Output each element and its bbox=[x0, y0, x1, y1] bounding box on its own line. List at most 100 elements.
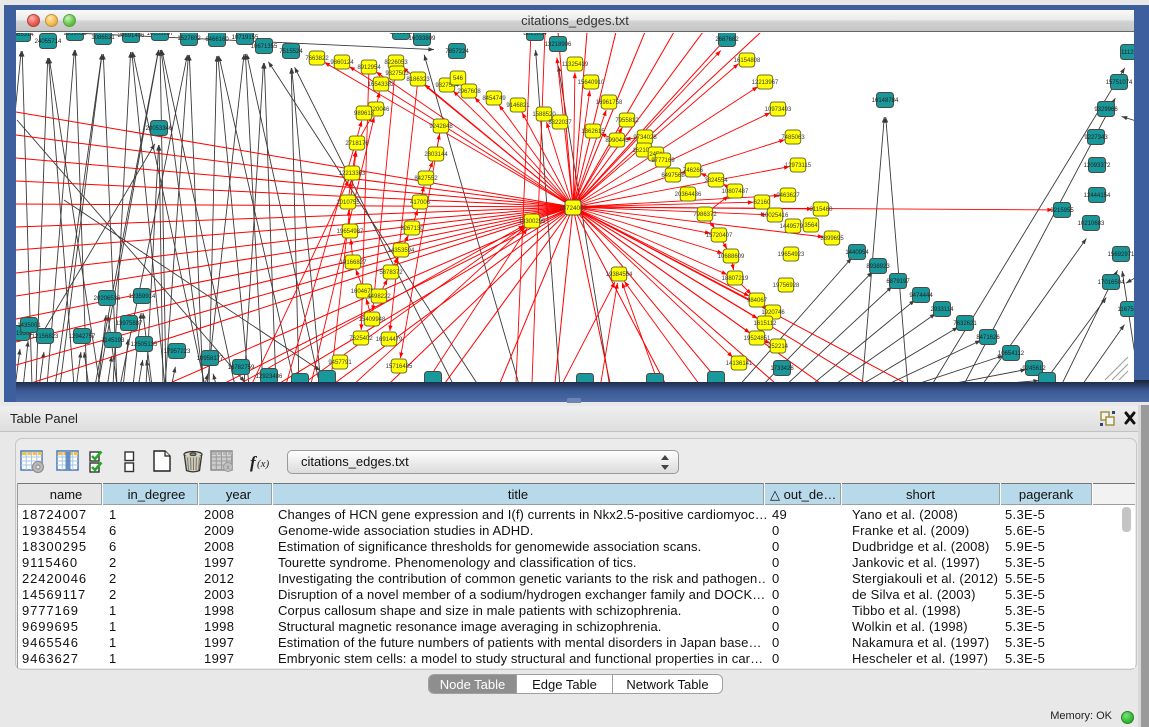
svg-text:11123: 11123 bbox=[1121, 50, 1134, 56]
svg-text:9215955: 9215955 bbox=[1050, 208, 1074, 214]
svg-text:7663822: 7663822 bbox=[305, 56, 329, 62]
svg-text:16148784: 16148784 bbox=[872, 98, 899, 104]
svg-text:17957223: 17957223 bbox=[164, 349, 191, 355]
svg-text:7485063: 7485063 bbox=[781, 135, 805, 141]
svg-text:7955812: 7955812 bbox=[615, 118, 639, 124]
svg-text:10973493: 10973493 bbox=[765, 107, 792, 113]
svg-text:12359914: 12359914 bbox=[129, 294, 156, 300]
svg-text:10688609: 10688609 bbox=[718, 254, 745, 260]
svg-text:417006: 417006 bbox=[410, 200, 431, 206]
svg-text:7857224: 7857224 bbox=[445, 49, 469, 55]
svg-text:16961758: 16961758 bbox=[596, 100, 623, 106]
svg-text:8186323: 8186323 bbox=[406, 77, 430, 83]
svg-text:18807219: 18807219 bbox=[722, 276, 749, 282]
svg-text:15409948: 15409948 bbox=[359, 317, 386, 323]
svg-text:16033809: 16033809 bbox=[409, 36, 436, 42]
svg-text:16914479: 16914479 bbox=[376, 337, 403, 343]
svg-text:10671355: 10671355 bbox=[251, 44, 278, 50]
svg-text:15751074: 15751074 bbox=[1106, 80, 1133, 86]
svg-text:19384554: 19384554 bbox=[606, 272, 633, 278]
svg-text:2718176: 2718176 bbox=[345, 141, 369, 147]
svg-text:8938923: 8938923 bbox=[866, 264, 890, 270]
svg-text:13975887: 13975887 bbox=[116, 321, 143, 327]
svg-text:8813054: 8813054 bbox=[523, 33, 547, 37]
svg-text:15716485: 15716485 bbox=[386, 364, 413, 370]
svg-text:12213967: 12213967 bbox=[752, 80, 779, 86]
svg-text:8990443: 8990443 bbox=[605, 138, 629, 144]
svg-text:15640910: 15640910 bbox=[578, 80, 605, 86]
svg-text:9734028: 9734028 bbox=[633, 135, 657, 141]
svg-text:10807487: 10807487 bbox=[722, 189, 749, 195]
svg-text:9860124: 9860124 bbox=[330, 60, 354, 66]
svg-text:16154808: 16154808 bbox=[734, 58, 761, 64]
svg-text:1145193: 1145193 bbox=[102, 338, 126, 344]
svg-text:9474444: 9474444 bbox=[909, 293, 933, 299]
svg-text:20053346: 20053346 bbox=[146, 126, 173, 132]
svg-text:10210683: 10210683 bbox=[1078, 221, 1105, 227]
svg-text:9457791: 9457791 bbox=[328, 360, 352, 366]
svg-text:6497568: 6497568 bbox=[661, 173, 685, 179]
svg-text:8427552: 8427552 bbox=[414, 176, 438, 182]
svg-text:14353594: 14353594 bbox=[388, 248, 415, 254]
svg-text:9463627: 9463627 bbox=[776, 193, 800, 199]
svg-text:10025416: 10025416 bbox=[762, 213, 789, 219]
svg-text:9245612: 9245612 bbox=[1022, 366, 1046, 372]
svg-text:252214: 252214 bbox=[768, 344, 789, 350]
svg-text:746266: 746266 bbox=[683, 168, 704, 174]
svg-text:9329966: 9329966 bbox=[1094, 107, 1118, 113]
svg-text:7632621: 7632621 bbox=[953, 321, 977, 327]
svg-text:12942757: 12942757 bbox=[69, 334, 96, 340]
svg-text:20691406: 20691406 bbox=[118, 33, 145, 39]
svg-text:10654112: 10654112 bbox=[998, 351, 1025, 357]
svg-text:7625402: 7625402 bbox=[349, 336, 373, 342]
svg-text:3267130: 3267130 bbox=[400, 226, 424, 232]
svg-text:3824554: 3824554 bbox=[704, 178, 728, 184]
svg-text:5878372: 5878372 bbox=[379, 270, 403, 276]
svg-text:2933114: 2933114 bbox=[931, 307, 955, 313]
svg-text:8226053: 8226053 bbox=[384, 60, 408, 66]
svg-text:1010755: 1010755 bbox=[336, 200, 360, 206]
svg-text:989613: 989613 bbox=[354, 111, 375, 117]
svg-text:19756928: 19756928 bbox=[773, 283, 800, 289]
svg-text:18300295: 18300295 bbox=[519, 219, 546, 225]
svg-text:19654987: 19654987 bbox=[337, 229, 364, 235]
svg-text:9777169: 9777169 bbox=[651, 158, 675, 164]
svg-text:20364436: 20364436 bbox=[675, 192, 702, 198]
svg-text:984067: 984067 bbox=[747, 298, 768, 304]
svg-text:16543382: 16543382 bbox=[368, 82, 395, 88]
svg-text:6466160: 6466160 bbox=[205, 37, 229, 43]
svg-text:10719155: 10719155 bbox=[232, 35, 259, 41]
svg-text:8471626: 8471626 bbox=[976, 335, 1000, 341]
svg-text:8322037: 8322037 bbox=[548, 120, 572, 126]
svg-text:16782759: 16782759 bbox=[228, 365, 255, 371]
svg-text:19166827: 19166827 bbox=[340, 260, 367, 266]
svg-text:8454749: 8454749 bbox=[482, 96, 506, 102]
svg-text:1440954: 1440954 bbox=[845, 250, 869, 256]
svg-text:1435001: 1435001 bbox=[17, 323, 41, 329]
svg-text:10958177: 10958177 bbox=[197, 356, 224, 362]
svg-text:2687682: 2687682 bbox=[715, 37, 739, 43]
svg-text:1865314: 1865314 bbox=[16, 33, 34, 38]
svg-text:10653287: 10653287 bbox=[147, 33, 174, 37]
svg-text:15692971: 15692971 bbox=[1108, 252, 1134, 258]
svg-text:11325419: 11325419 bbox=[562, 62, 589, 68]
svg-text:13218906: 13218906 bbox=[545, 42, 572, 48]
svg-text:1086531: 1086531 bbox=[91, 35, 115, 41]
svg-text:2803144: 2803144 bbox=[424, 152, 448, 158]
svg-text:20206536: 20206536 bbox=[94, 296, 121, 302]
svg-text:24055714: 24055714 bbox=[35, 39, 62, 45]
svg-text:1920746: 1920746 bbox=[761, 310, 785, 316]
svg-text:12973115: 12973115 bbox=[785, 163, 812, 169]
svg-text:12505135: 12505135 bbox=[131, 342, 158, 348]
svg-text:(x): (x) bbox=[257, 458, 270, 470]
svg-text:9227343: 9227343 bbox=[1084, 135, 1108, 141]
svg-text:18724007: 18724007 bbox=[559, 205, 588, 212]
svg-text:3564: 3564 bbox=[804, 223, 818, 229]
svg-text:17016504: 17016504 bbox=[1098, 280, 1125, 286]
svg-text:19654923: 19654923 bbox=[778, 252, 805, 258]
svg-text:1362615: 1362615 bbox=[581, 129, 605, 135]
svg-text:1167533: 1167533 bbox=[1118, 307, 1134, 313]
svg-text:15720407: 15720407 bbox=[706, 233, 733, 239]
svg-text:14136141: 14136141 bbox=[726, 361, 753, 367]
svg-text:12156823: 12156823 bbox=[32, 334, 59, 340]
